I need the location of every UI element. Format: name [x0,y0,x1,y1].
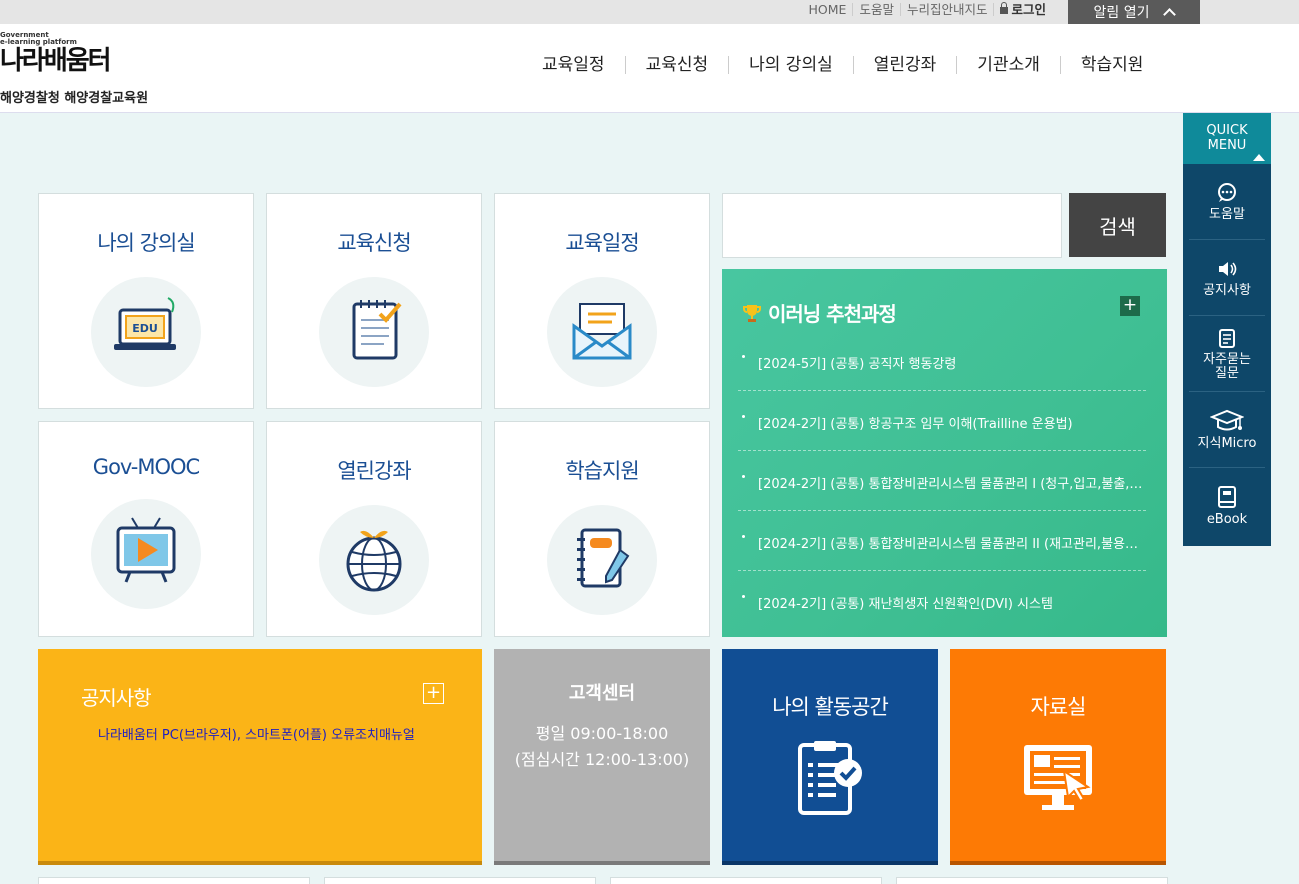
recommended-list: [2024-5기] (공통) 공직자 행동강령 [2024-2기] (공통) 항… [738,331,1146,631]
login-link[interactable]: 로그인 [993,1,1052,16]
nav-learning-support[interactable]: 학습지원 [1059,56,1164,74]
nav-edu-schedule[interactable]: 교육일정 [522,56,625,74]
org-name: 해양경찰청 해양경찰교육원 [0,91,149,106]
sitemap-link[interactable]: 누리집안내지도 [899,2,994,16]
home-link[interactable]: HOME [803,3,853,16]
activity-title: 나의 활동공간 [772,695,889,719]
quick-faq[interactable]: 자주묻는 질문 [1189,316,1265,392]
notice-title: 공지사항 [81,686,152,710]
list-item[interactable]: [2024-2기] (공통) 통합장비관리시스템 물품관리 I (청구,입고,불… [738,451,1146,511]
library-title: 자료실 [1030,695,1087,719]
tile-title: 학습지원 [565,459,639,483]
bottom-card [324,877,596,884]
quick-menu: QUICK MENU 도움말 공지사항 자주묻는 질문 지식Micro eBoo… [1183,113,1271,546]
customer-center-panel: 고객센터 평일 09:00-18:00 (점심시간 12:00-13:00) [494,649,710,865]
tile-edu-schedule[interactable]: 교육일정 [494,193,710,409]
tile-gov-mooc[interactable]: Gov-MOOC [38,421,254,637]
notice-item[interactable]: 나라배움터 PC(브라우저), 스마트폰(어플) 오류조치매뉴얼 [98,724,428,743]
chevron-up-icon [1163,8,1177,21]
bottom-card [38,877,310,884]
recommended-title: 이러닝 추천과정 [742,298,897,327]
recommended-courses-panel: 이러닝 추천과정 + [2024-5기] (공통) 공직자 행동강령 [2024… [722,269,1167,637]
tv-play-icon [91,499,201,609]
quick-help[interactable]: 도움말 [1189,164,1265,240]
tile-edu-apply[interactable]: 교육신청 [266,193,482,409]
library-tile[interactable]: 자료실 [950,649,1166,865]
tile-open-lectures[interactable]: 열린강좌 [266,421,482,637]
list-item[interactable]: [2024-2기] (공통) 재난희생자 신원확인(DVI) 시스템 [738,571,1146,631]
tile-learning-support[interactable]: 학습지원 [494,421,710,637]
notepad-check-icon [319,277,429,387]
nav-about[interactable]: 기관소개 [956,56,1060,74]
speaker-icon [1219,261,1237,276]
help-link[interactable]: 도움말 [852,2,900,16]
list-item[interactable]: [2024-2기] (공통) 통합장비관리시스템 물품관리 II (재고관리,불… [738,511,1146,571]
graduation-cap-icon [1210,409,1244,430]
faq-doc-icon [1219,328,1235,348]
chat-bubble-icon [1218,182,1236,202]
quick-menu-header[interactable]: QUICK MENU [1183,113,1271,164]
edu-laptop-icon: EDU [91,277,201,387]
tile-my-classroom[interactable]: 나의 강의실 EDU [38,193,254,409]
alarm-open-button[interactable]: 알림 열기 [1068,0,1200,24]
tile-title: 열린강좌 [337,459,411,483]
monitor-cursor-icon [1024,745,1092,810]
top-utility-bar: HOME 도움말 누리집안내지도 로그인 알림 열기 [0,0,1299,24]
notebook-pencil-icon [547,505,657,615]
alarm-label: 알림 열기 [1093,5,1150,21]
customer-center-title: 고객센터 [568,683,636,704]
tile-title: 교육신청 [337,231,411,255]
nav-edu-apply[interactable]: 교육신청 [624,56,729,74]
list-item[interactable]: [2024-5기] (공통) 공직자 행동강령 [738,331,1146,391]
logo-text: 나라배움터 [0,46,112,76]
utility-links: HOME 도움말 누리집안내지도 로그인 [803,0,1052,18]
search-input[interactable] [722,193,1062,258]
my-activity-tile[interactable]: 나의 활동공간 [722,649,938,865]
bottom-card [610,877,882,884]
tile-title: Gov-MOOC [92,455,200,479]
notice-more-button[interactable]: + [423,683,444,704]
list-item[interactable]: [2024-2기] (공통) 항공구조 임무 이해(Trailline 운용법) [738,391,1146,451]
customer-center-hours: 평일 09:00-18:00 [535,724,669,743]
tile-title: 나의 강의실 [97,231,195,255]
logo-subtext-2: e-learning platform [0,38,77,46]
trophy-icon [743,304,761,322]
quick-ebook[interactable]: eBook [1189,468,1265,544]
book-icon [1218,486,1236,508]
nav-open-lectures[interactable]: 열린강좌 [852,56,957,74]
bottom-card [896,877,1168,884]
notice-panel: 공지사항 + 나라배움터 PC(브라우저), 스마트폰(어플) 오류조치매뉴얼 [38,649,482,865]
quick-notice[interactable]: 공지사항 [1189,240,1265,316]
envelope-icon [547,277,657,387]
nav-my-classroom[interactable]: 나의 강의실 [728,56,853,74]
search-button[interactable]: 검색 [1069,193,1166,257]
recommended-more-button[interactable]: + [1120,296,1140,316]
bottom-cards-row [38,877,1168,884]
main-nav: 교육일정 교육신청 나의 강의실 열린강좌 기관소개 학습지원 [522,56,1163,74]
lock-icon [1000,1,1009,14]
tile-title: 교육일정 [565,231,639,255]
quick-micro[interactable]: 지식Micro [1189,392,1265,468]
clipboard-check-icon [798,741,862,815]
site-logo[interactable]: Government e-learning platform 나라배움터 [0,32,170,76]
customer-center-lunch: (점심시간 12:00-13:00) [514,750,690,769]
header: Government e-learning platform 나라배움터 해양경… [0,24,1299,113]
globe-icon [319,505,429,615]
svg-text:EDU: EDU [132,322,158,335]
